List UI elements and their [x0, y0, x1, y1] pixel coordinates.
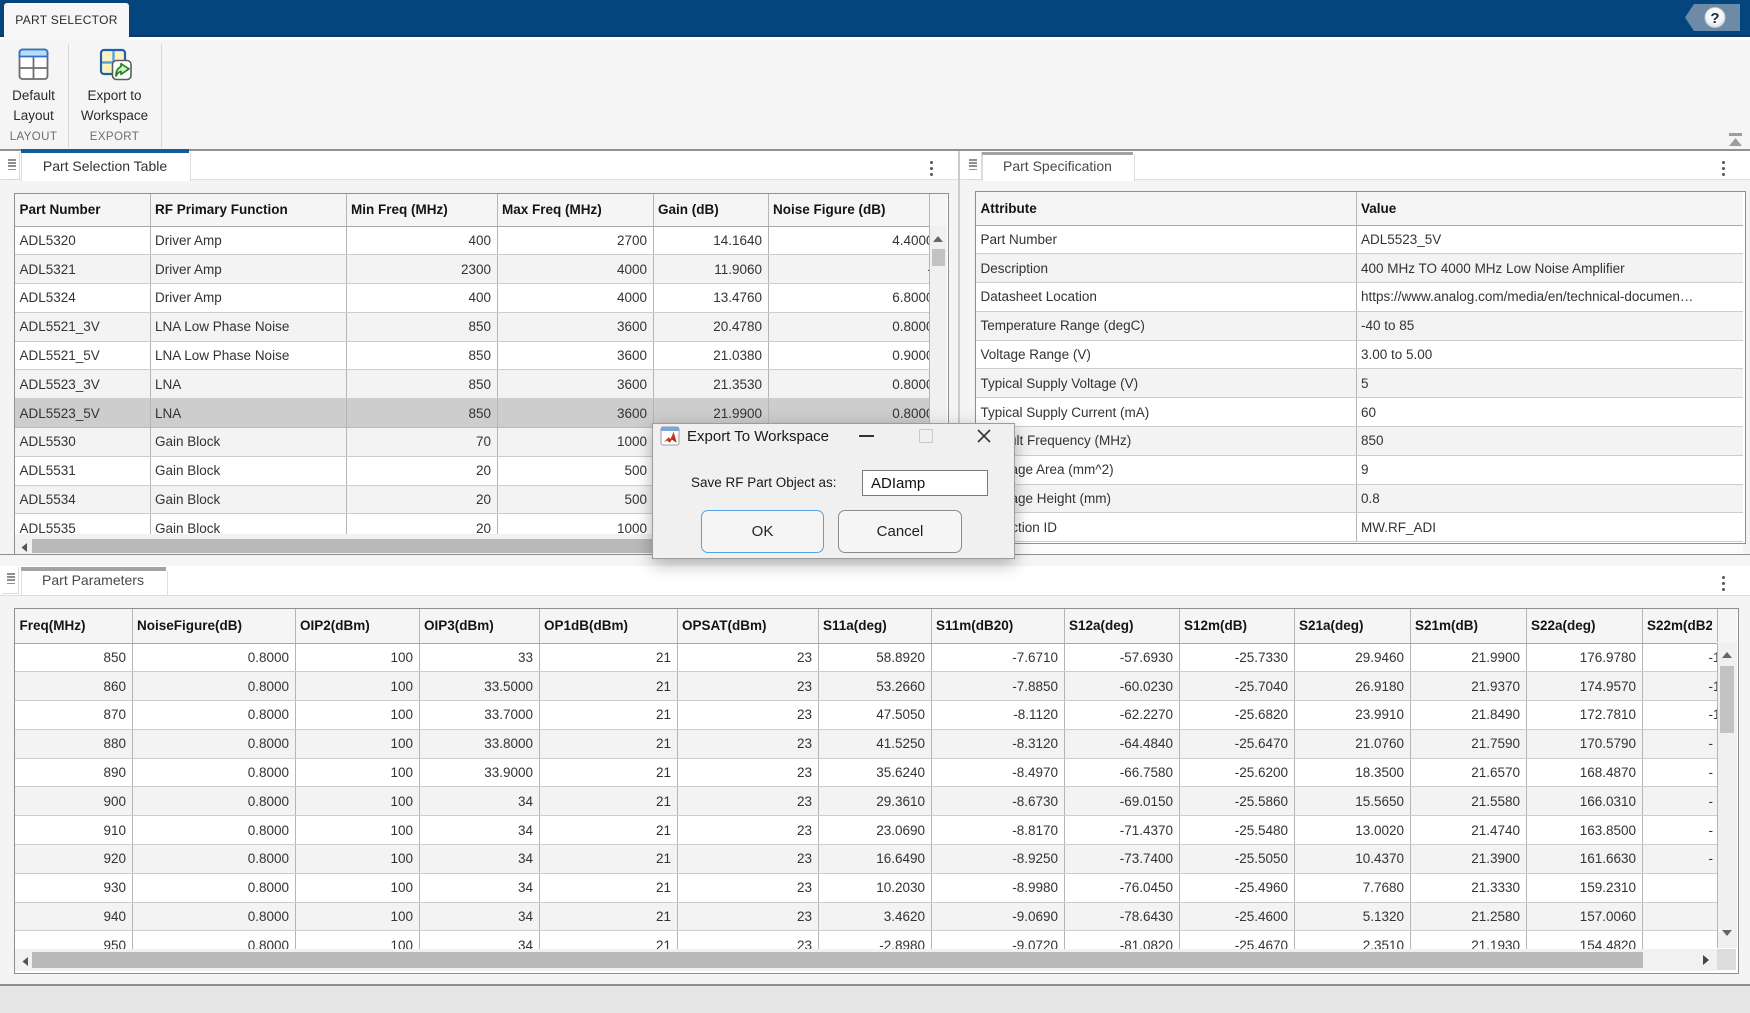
svg-text:?: ? [1710, 10, 1719, 27]
